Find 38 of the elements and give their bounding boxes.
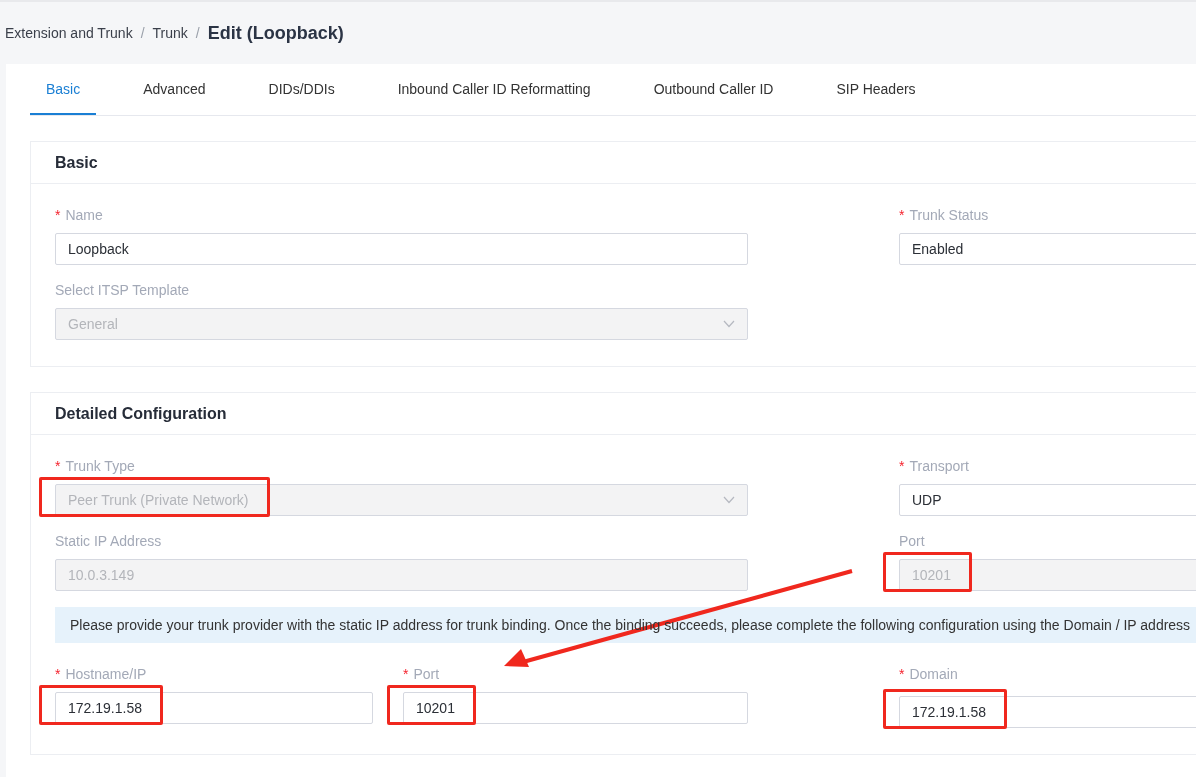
input-field[interactable]: 172.19.1.58: [55, 692, 373, 724]
input-field[interactable]: UDP: [899, 484, 1196, 516]
page-title: Edit (Loopback): [207, 22, 344, 44]
breadcrumb-link[interactable]: Trunk: [152, 25, 188, 41]
required-asterisk: *: [899, 666, 905, 682]
input-field[interactable]: 172.19.1.58: [899, 696, 1196, 728]
required-asterisk: *: [899, 458, 905, 474]
required-asterisk: *: [55, 458, 61, 474]
breadcrumb-link[interactable]: Extension and Trunk: [5, 25, 133, 41]
field-label: Trunk Status: [909, 207, 989, 223]
required-asterisk: *: [899, 207, 905, 223]
chevron-down-icon: [723, 496, 735, 504]
field-label: Domain: [909, 666, 958, 682]
field-label: Port: [899, 533, 925, 549]
required-asterisk: *: [55, 207, 61, 223]
required-asterisk: *: [55, 666, 61, 682]
field-label: Select ITSP Template: [55, 282, 190, 298]
chevron-down-icon: [723, 320, 735, 328]
required-asterisk: *: [403, 666, 409, 682]
section-title: Detailed Configuration: [55, 404, 227, 423]
section-title: Basic: [55, 153, 98, 172]
field-label: Static IP Address: [55, 533, 162, 549]
breadcrumb-separator: /: [195, 25, 200, 41]
tab[interactable]: Basic: [30, 64, 97, 115]
tab[interactable]: Inbound Caller ID Reformatting: [381, 64, 607, 115]
field-label: Hostname/IP: [65, 666, 147, 682]
tab[interactable]: SIP Headers: [820, 64, 932, 115]
input-field[interactable]: Enabled: [899, 233, 1196, 265]
input-field[interactable]: Loopback: [55, 233, 748, 265]
field-label: Name: [65, 207, 103, 223]
tab[interactable]: Outbound Caller ID: [637, 64, 790, 115]
field-label: Transport: [909, 458, 969, 474]
tab[interactable]: Advanced: [127, 64, 222, 115]
tab[interactable]: DIDs/DDIs: [252, 64, 351, 115]
field-label: Trunk Type: [65, 458, 135, 474]
field-label: Port: [413, 666, 440, 682]
breadcrumb-separator: /: [140, 25, 145, 41]
input-field[interactable]: 10201: [403, 692, 748, 724]
